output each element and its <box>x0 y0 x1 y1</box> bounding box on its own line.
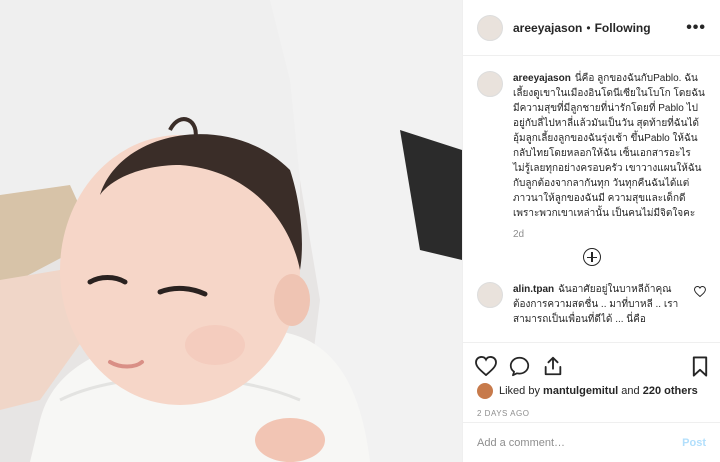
header-username-link[interactable]: areeyajason <box>513 21 582 35</box>
save-bookmark-icon[interactable] <box>692 355 708 377</box>
following-button[interactable]: Following <box>595 21 651 35</box>
post-actions: Liked by mantulgemitul and 220 others 2 … <box>463 342 720 418</box>
comment-username-link[interactable]: alin.tpan <box>513 284 554 295</box>
likes-others-link[interactable]: 220 others <box>643 385 698 397</box>
post-header: areeyajason • Following ••• <box>463 0 720 56</box>
baby-photo-image <box>0 0 462 462</box>
post-timestamp: 2 DAYS AGO <box>477 409 530 418</box>
add-comment-bar: Post <box>463 422 720 462</box>
comments-area[interactable]: areeyajason นี่คือ ลูกของฉันกับPablo. ฉัน… <box>463 57 720 342</box>
avatar[interactable] <box>477 14 503 41</box>
caption-text: นี่คือ ลูกของฉันกับPablo. ฉันเลี้ยงดูเขา… <box>513 73 705 219</box>
post-side-panel: areeyajason • Following ••• areeyajason น… <box>462 0 720 462</box>
load-more-comments[interactable] <box>463 248 720 266</box>
more-options-icon[interactable]: ••• <box>686 19 706 37</box>
likes-prefix: Liked by <box>499 385 540 397</box>
add-comment-input[interactable] <box>477 436 683 449</box>
comment-like-heart-icon[interactable] <box>694 286 706 297</box>
share-upload-icon[interactable] <box>542 355 564 377</box>
comment-bubble-icon[interactable] <box>509 356 530 377</box>
comment-avatar[interactable] <box>477 282 503 308</box>
header-separator: • <box>586 20 591 35</box>
caption-text-block: areeyajason นี่คือ ลูกของฉันกับPablo. ฉัน… <box>513 71 706 221</box>
like-heart-icon[interactable] <box>475 356 497 376</box>
liker-avatar[interactable] <box>477 383 493 399</box>
caption-avatar[interactable] <box>477 71 503 97</box>
plus-circle-icon[interactable] <box>582 248 601 266</box>
post-photo[interactable] <box>0 0 462 462</box>
caption-username-link[interactable]: areeyajason <box>513 73 571 84</box>
likes-and: and <box>621 385 640 397</box>
caption: areeyajason นี่คือ ลูกของฉันกับPablo. ฉัน… <box>463 57 720 221</box>
liker-username-link[interactable]: mantulgemitul <box>543 385 618 397</box>
comment-item: alin.tpan ฉันอาศัยอยู่ในบาหลีถ้าคุณ ต้องก… <box>463 266 720 327</box>
caption-time: 2d <box>513 229 525 240</box>
comment-text-block: alin.tpan ฉันอาศัยอยู่ในบาหลีถ้าคุณ ต้องก… <box>513 282 688 327</box>
action-icons <box>463 343 720 381</box>
post-comment-button[interactable]: Post <box>682 437 706 449</box>
likes-line: Liked by mantulgemitul and 220 others <box>463 381 720 399</box>
